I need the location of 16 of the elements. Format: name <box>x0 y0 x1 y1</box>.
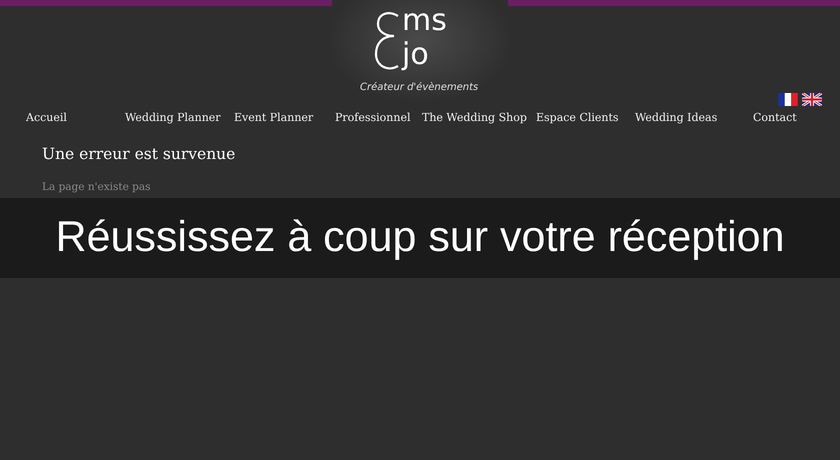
nav-link[interactable]: Espace Clients <box>536 110 619 126</box>
banner-text: Réussissez à coup sur votre réception <box>56 212 784 264</box>
error-heading: Une erreur est survenue <box>42 144 236 164</box>
error-message: La page n'existe pas <box>42 180 152 195</box>
nav-link[interactable]: Contact <box>753 110 797 126</box>
british-flag-icon[interactable] <box>802 93 822 106</box>
nav-link[interactable]: Wedding Ideas <box>635 110 718 126</box>
logo-tagline: Créateur d'évènements <box>360 81 478 95</box>
nav-link[interactable]: Accueil <box>26 110 67 126</box>
french-flag-icon[interactable] <box>778 93 798 106</box>
logo-text: ms <box>402 6 447 36</box>
nav-link[interactable]: Event Planner <box>234 110 314 126</box>
nav-link[interactable]: Wedding Planner <box>125 110 221 126</box>
nav-link[interactable]: The Wedding Shop <box>422 110 527 126</box>
nav-link[interactable]: Professionnel <box>335 110 410 126</box>
logo-text: jo <box>402 40 429 70</box>
